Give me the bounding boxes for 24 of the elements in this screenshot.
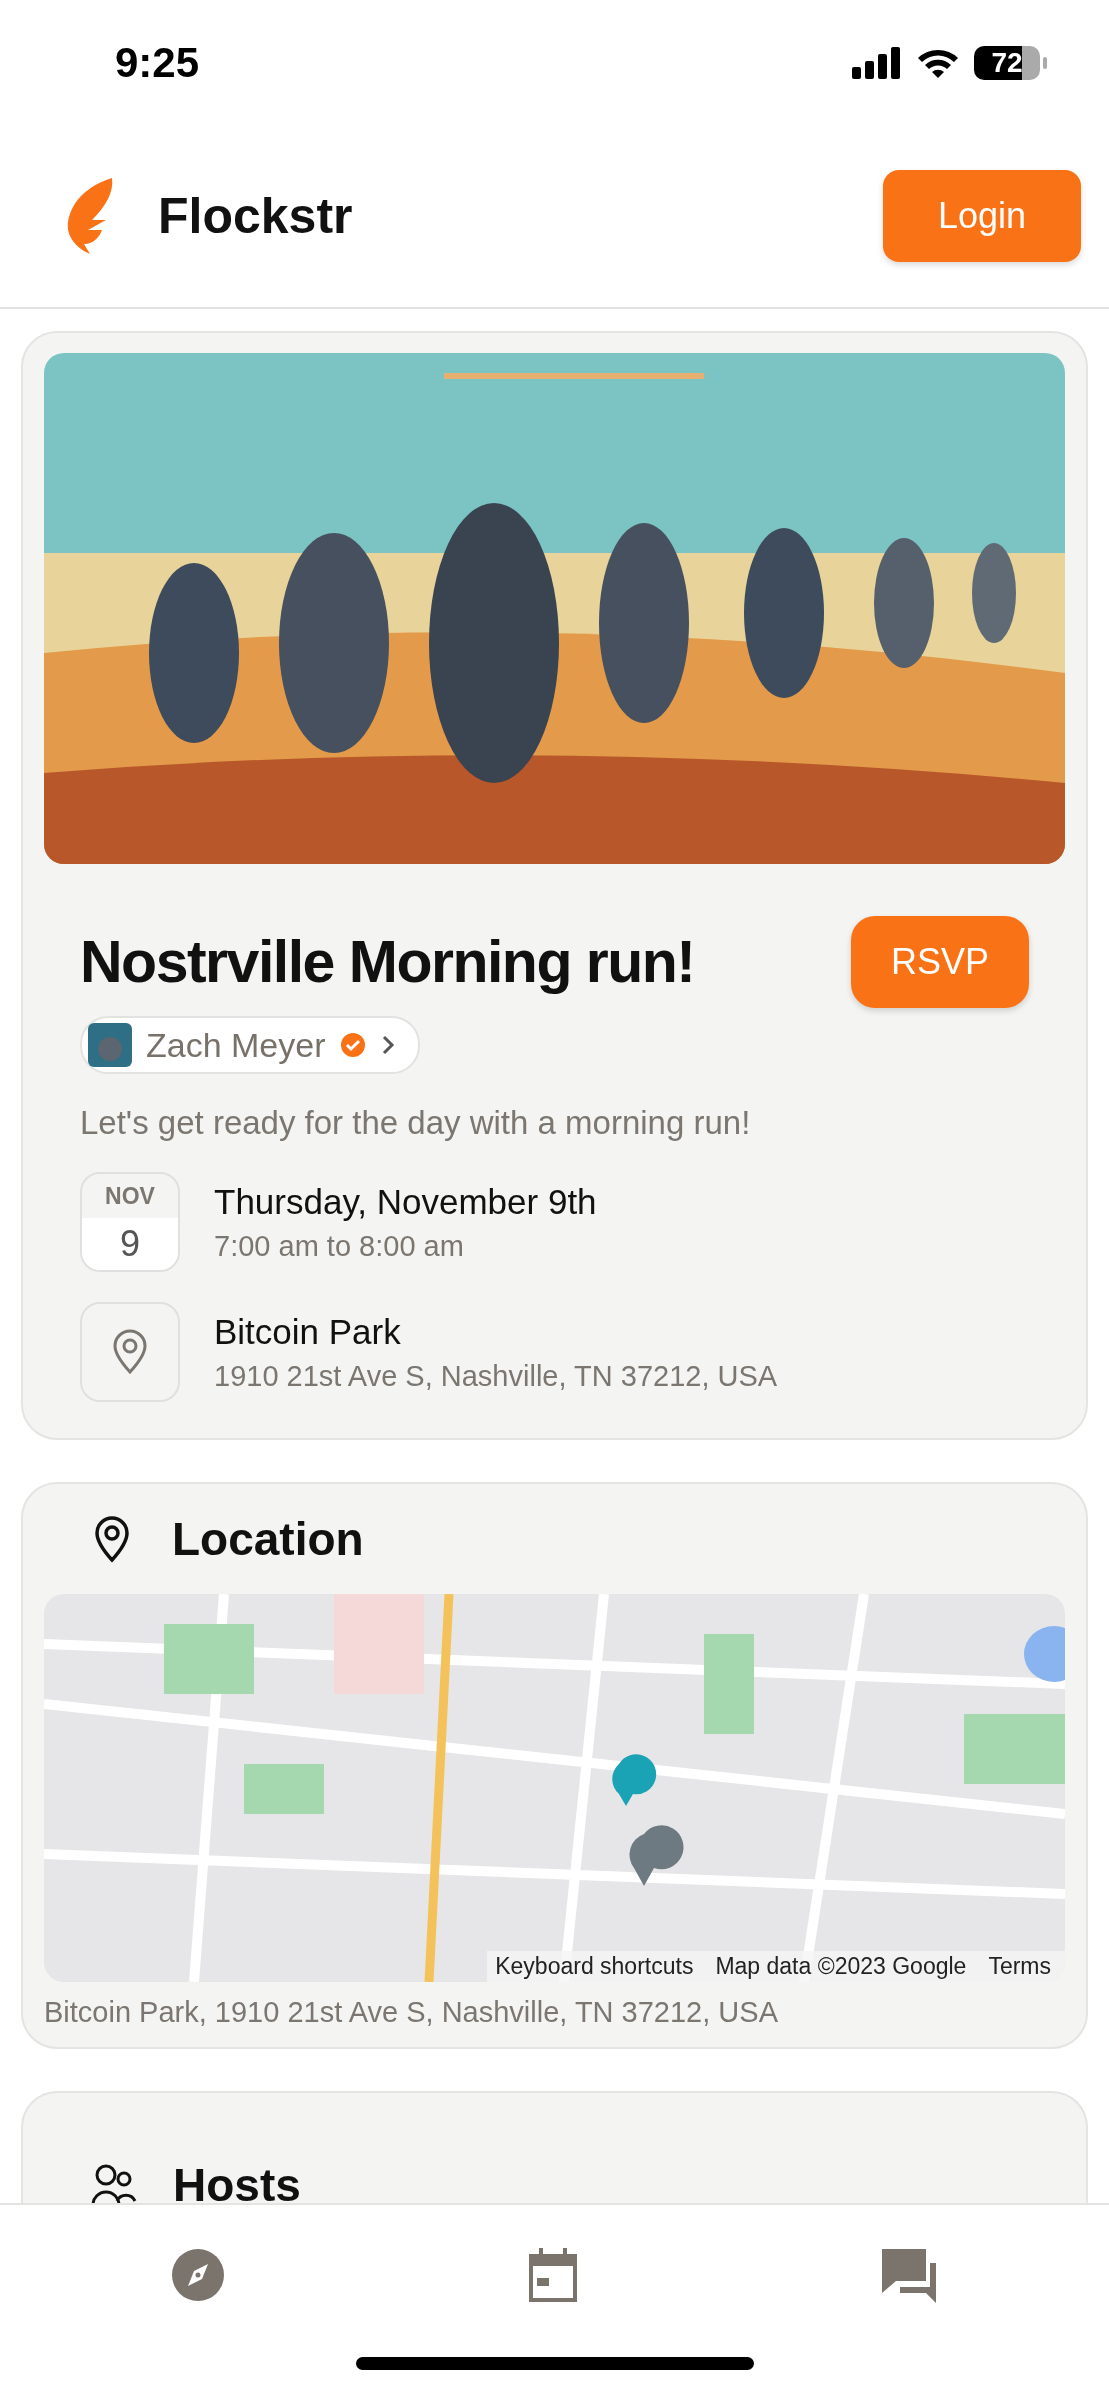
people-icon xyxy=(91,2163,137,2203)
status-time: 9:25 xyxy=(115,38,200,87)
host-name: Zach Meyer xyxy=(146,1025,326,1065)
event-description: Let's get ready for the day with a morning run! xyxy=(80,1104,752,1142)
section-title: Hosts xyxy=(173,2158,301,2203)
section-title: Location xyxy=(172,1512,364,1566)
host-chip[interactable]: Zach Meyer xyxy=(80,1016,420,1074)
chat-icon[interactable] xyxy=(881,2247,938,2303)
calendar-date-icon: NOV 9 xyxy=(80,1172,180,1272)
event-time: 7:00 am to 8:00 am xyxy=(214,1229,465,1263)
event-title: Nostrville Morning run! xyxy=(80,928,695,996)
compass-icon[interactable] xyxy=(171,2249,224,2301)
calendar-icon[interactable] xyxy=(526,2248,579,2302)
venue-name: Bitcoin Park xyxy=(214,1311,402,1352)
signal-icon xyxy=(852,46,902,79)
map-data-link[interactable]: Map data ©2023 Google xyxy=(715,1953,967,1980)
app-name: Flockstr xyxy=(158,187,354,245)
keyboard-shortcuts-link[interactable]: Keyboard shortcuts xyxy=(495,1953,694,1980)
location-address: Bitcoin Park, 1910 21st Ave S, Nashville, TN 37212, USA xyxy=(44,1996,779,2029)
venue-address: 1910 21st Ave S, Nashville, TN 37212, USA xyxy=(214,1359,778,1393)
event-date: Thursday, November 9th xyxy=(214,1181,597,1222)
location-pin-icon xyxy=(80,1302,180,1402)
terms-link[interactable]: Terms xyxy=(988,1953,1051,1980)
location-pin-icon xyxy=(92,1515,132,1563)
